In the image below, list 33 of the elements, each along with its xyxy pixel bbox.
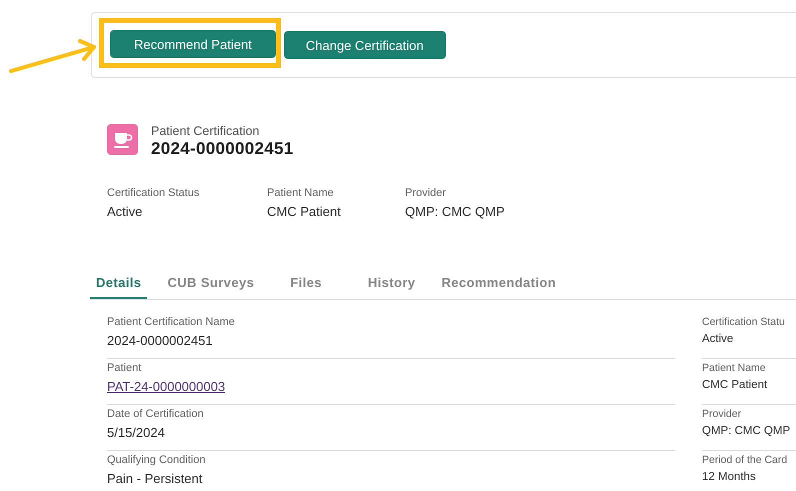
field-value: QMP: CMC QMP: [702, 425, 792, 437]
field-value: 12 Months: [702, 471, 757, 483]
action-button[interactable]: Change Certification: [284, 31, 446, 59]
field-value: CMC Patient: [702, 379, 768, 391]
tab[interactable]: Files: [284, 267, 328, 299]
tab[interactable]: CUB Surveys: [161, 267, 260, 299]
field-label: Date of Certification: [107, 408, 205, 420]
field-value: Active: [702, 333, 734, 345]
field-label: Patient Name: [267, 187, 335, 199]
tab[interactable]: Recommendation: [435, 267, 562, 299]
field-value: Pain - Persistent: [107, 471, 204, 486]
field-label: Qualifying Condition: [107, 454, 206, 466]
field-value: QMP: CMC QMP: [405, 204, 505, 219]
field-label: Provider: [702, 408, 742, 420]
record-number: 2024-0000002451: [151, 139, 294, 159]
field-label: Patient: [107, 362, 142, 374]
field-value: Active: [107, 204, 144, 219]
action-button[interactable]: Recommend Patient: [110, 30, 276, 58]
cup-icon: [107, 124, 138, 155]
arrow-icon: [8, 38, 98, 74]
field-value: CMC Patient: [267, 204, 342, 219]
record-type: Patient Certification: [151, 124, 260, 138]
field-value: 2024-0000002451: [107, 333, 214, 348]
field-label: Certification Statu: [702, 316, 786, 328]
tab[interactable]: History: [362, 267, 422, 299]
field-label: Patient Certification Name: [107, 316, 236, 328]
tab[interactable]: Details: [90, 267, 148, 299]
patient-link[interactable]: PAT-24-0000000003: [107, 379, 226, 394]
field-label: Period of the Card: [702, 454, 788, 466]
field-label: Provider: [405, 187, 447, 199]
field-label: Certification Status: [107, 187, 200, 199]
field-value: 5/15/2024: [107, 425, 166, 440]
field-label: Patient Name: [702, 362, 767, 374]
